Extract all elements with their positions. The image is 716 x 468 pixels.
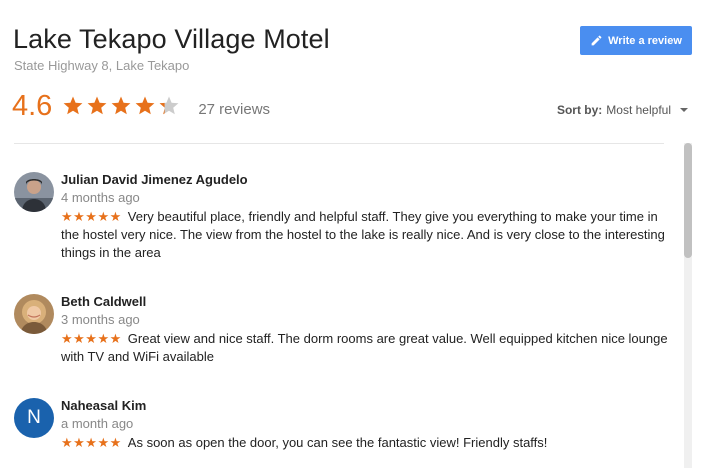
review-text-block: ★★★★★ Very beautiful place, friendly and … [61, 208, 671, 262]
avatar[interactable] [14, 294, 54, 334]
place-title: Lake Tekapo Village Motel [13, 24, 330, 54]
star-icon [135, 96, 155, 115]
place-address: State Highway 8, Lake Tekapo [14, 58, 190, 73]
review-text: Great view and nice staff. The dorm room… [61, 331, 668, 364]
review-date: a month ago [61, 416, 134, 431]
review-text: Very beautiful place, friendly and helpf… [61, 209, 665, 260]
star-icon [63, 96, 83, 115]
divider [14, 143, 664, 144]
review-stars: ★★★★★ [61, 209, 122, 224]
avatar[interactable]: N [14, 398, 54, 438]
review-count[interactable]: 27 reviews [198, 101, 270, 118]
review-stars: ★★★★★ [61, 331, 122, 346]
reviewer-name[interactable]: Julian David Jimenez Agudelo [61, 172, 248, 187]
star-icon [111, 96, 131, 115]
pencil-icon [590, 34, 603, 47]
scrollbar[interactable] [684, 143, 692, 468]
review-stars: ★★★★★ [61, 435, 122, 450]
sort-label: Sort by: [556, 103, 603, 117]
star-icon [87, 96, 107, 115]
rating-stars [62, 95, 184, 117]
review-text-block: ★★★★★ As soon as open the door, you can s… [61, 434, 671, 452]
reviewer-name[interactable]: Naheasal Kim [61, 398, 146, 413]
review-text: As soon as open the door, you can see th… [127, 435, 548, 450]
review-text-block: ★★★★★ Great view and nice staff. The dorm… [61, 330, 671, 366]
review-date: 4 months ago [61, 190, 140, 205]
avatar[interactable] [14, 172, 54, 212]
review-date: 3 months ago [61, 312, 140, 327]
sort-control[interactable]: Sort by: Most helpful [557, 103, 688, 117]
write-review-label: Write a review [608, 34, 682, 47]
reviewer-name[interactable]: Beth Caldwell [61, 294, 146, 309]
chevron-down-icon[interactable] [680, 108, 688, 112]
sort-dropdown[interactable]: Most helpful [606, 103, 671, 117]
write-review-button[interactable]: Write a review [580, 26, 692, 55]
rating-summary: 4.6 27 reviews [12, 88, 270, 124]
rating-value: 4.6 [12, 89, 53, 122]
scrollbar-thumb[interactable] [684, 143, 692, 258]
